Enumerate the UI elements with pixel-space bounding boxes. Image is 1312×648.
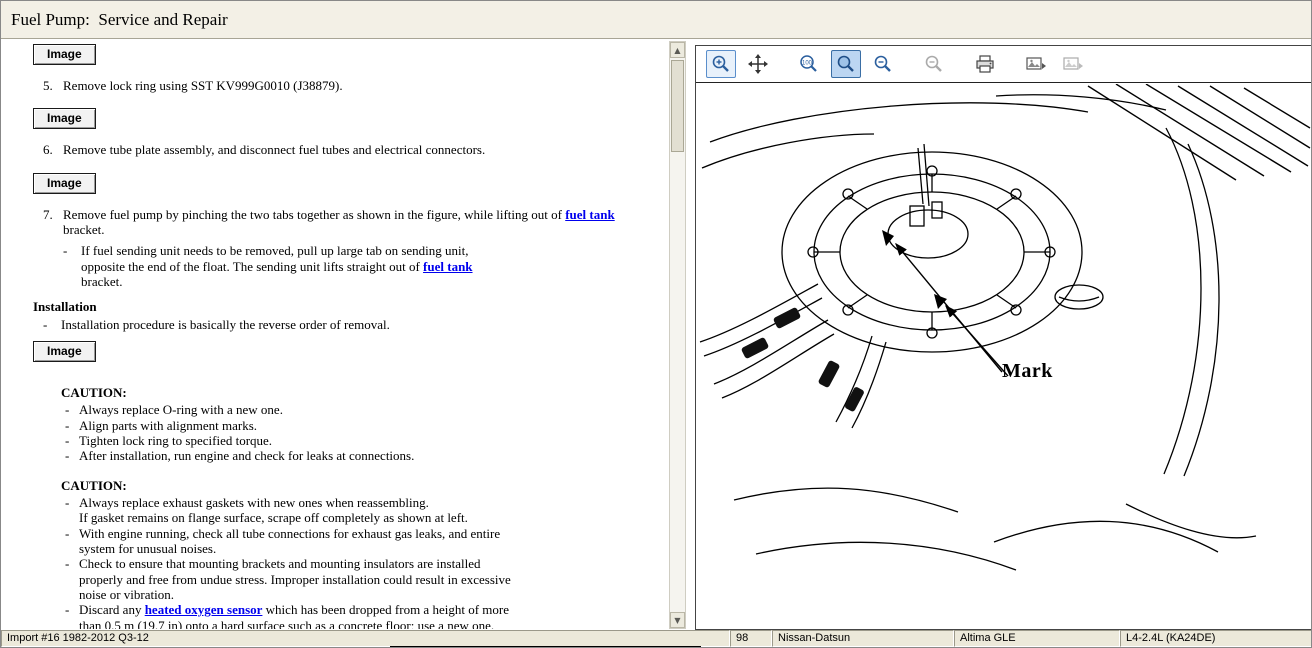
- step-number: 5.: [43, 78, 57, 93]
- pan-icon[interactable]: [743, 50, 773, 78]
- caution-block-1: CAUTION: - Always replace O-ring with a …: [61, 385, 663, 464]
- scroll-up-button[interactable]: ▲: [670, 42, 685, 58]
- zoom-in-icon[interactable]: [706, 50, 736, 78]
- caution-text: Check to ensure that mounting brackets a…: [79, 556, 513, 602]
- caution-text: Tighten lock ring to specified torque.: [79, 433, 272, 448]
- substep-text: If fuel sending unit needs to be removed…: [81, 243, 489, 289]
- caution-text-part: Discard any: [79, 602, 145, 617]
- svg-text:100: 100: [802, 61, 813, 67]
- status-vehicle-engine: L4-2.4L (KA24DE): [1120, 630, 1312, 647]
- installation-heading: Installation: [33, 299, 663, 314]
- caution-item: - With engine running, check all tube co…: [65, 526, 663, 557]
- image-viewer-panel: 100: [695, 45, 1312, 630]
- caution-item: - Align parts with alignment marks.: [65, 418, 663, 433]
- fuel-pump-diagram: Mark: [696, 84, 1311, 629]
- title-bar: Fuel Pump: Service and Repair: [1, 1, 1312, 39]
- image-button-3[interactable]: Image: [33, 173, 96, 194]
- step-7-sub: - If fuel sending unit needs to be remov…: [63, 243, 663, 289]
- bullet-dash: -: [65, 433, 79, 448]
- image-button-2[interactable]: Image: [33, 108, 96, 129]
- status-import-info: Import #16 1982-2012 Q3-12: [1, 630, 730, 647]
- caution-text: After installation, run engine and check…: [79, 448, 414, 463]
- caution-text: With engine running, check all tube conn…: [79, 526, 513, 557]
- bullet-dash: -: [65, 418, 79, 433]
- caution-text-continued: If gasket remains on flange surface, scr…: [79, 510, 513, 525]
- status-bar: Import #16 1982-2012 Q3-12 98 Nissan-Dat…: [1, 630, 1312, 647]
- installation-text: Installation procedure is basically the …: [61, 317, 390, 332]
- caution-text: Always replace O-ring with a new one.: [79, 402, 283, 417]
- caution-item: - After installation, run engine and che…: [65, 448, 663, 463]
- bullet-dash: -: [65, 526, 79, 557]
- bullet-dash: -: [65, 556, 79, 602]
- fuel-tank-link[interactable]: fuel tank: [565, 207, 614, 222]
- status-vehicle-model: Altima GLE: [954, 630, 1120, 647]
- bullet-dash: -: [65, 448, 79, 463]
- image-export-icon: [1058, 50, 1088, 78]
- image-button-1[interactable]: Image: [33, 44, 96, 65]
- caution-heading: CAUTION:: [61, 385, 663, 400]
- scroll-down-button[interactable]: ▼: [670, 612, 685, 628]
- step-text: Remove lock ring using SST KV999G0010 (J…: [63, 78, 343, 93]
- status-vehicle-make: Nissan-Datsun: [772, 630, 954, 647]
- viewer-toolbar: 100: [696, 46, 1311, 83]
- caution-item: - Discard any heated oxygen sensor which…: [65, 602, 663, 629]
- fuel-tank-link-2[interactable]: fuel tank: [423, 259, 472, 274]
- step-6: 6. Remove tube plate assembly, and disco…: [43, 142, 663, 157]
- caution-text: Discard any heated oxygen sensor which h…: [79, 602, 513, 629]
- caution-heading: CAUTION:: [61, 478, 663, 493]
- bullet-dash: -: [65, 495, 79, 510]
- caution-item: - Always replace O-ring with a new one.: [65, 402, 663, 417]
- caution-item: - Check to ensure that mounting brackets…: [65, 556, 663, 602]
- scroll-thumb[interactable]: [671, 60, 684, 152]
- image-button-4[interactable]: Image: [33, 341, 96, 362]
- document-panel: Image 5. Remove lock ring using SST KV99…: [3, 41, 667, 629]
- installation-item: - Installation procedure is basically th…: [43, 317, 663, 332]
- page-title: Fuel Pump: Service and Repair: [1, 1, 1312, 30]
- bullet-dash: -: [65, 402, 79, 417]
- bullet-dash: -: [43, 317, 61, 332]
- print-icon[interactable]: [970, 50, 1000, 78]
- step-5: 5. Remove lock ring using SST KV999G0010…: [43, 78, 663, 93]
- heated-oxygen-sensor-link[interactable]: heated oxygen sensor: [145, 602, 263, 617]
- step-text: Remove fuel pump by pinching the two tab…: [63, 207, 651, 238]
- step-7: 7. Remove fuel pump by pinching the two …: [43, 207, 663, 238]
- caution-block-2: CAUTION: - Always replace exhaust gasket…: [61, 478, 663, 629]
- app-window: Fuel Pump: Service and Repair Image 5. R…: [0, 0, 1312, 648]
- bullet-dash: -: [63, 243, 81, 289]
- mark-annotation: Mark: [1002, 360, 1053, 383]
- caution-text: Align parts with alignment marks.: [79, 418, 257, 433]
- bullet-dash: -: [65, 602, 79, 629]
- step-text-part: Remove fuel pump by pinching the two tab…: [63, 207, 565, 222]
- step-text: Remove tube plate assembly, and disconne…: [63, 142, 485, 157]
- zoom-out-icon[interactable]: [868, 50, 898, 78]
- caution-text: Always replace exhaust gaskets with new …: [79, 495, 429, 510]
- status-page-number: 98: [730, 630, 772, 647]
- image-copy-icon[interactable]: [1021, 50, 1051, 78]
- document-scrollbar[interactable]: ▲ ▼: [669, 41, 686, 629]
- substep-text-part: bracket.: [81, 274, 123, 289]
- step-number: 6.: [43, 142, 57, 157]
- zoom-fit-icon[interactable]: [831, 50, 861, 78]
- caution-item: - Tighten lock ring to specified torque.: [65, 433, 663, 448]
- caution-item: - Always replace exhaust gaskets with ne…: [65, 495, 663, 510]
- substep-text-part: If fuel sending unit needs to be removed…: [81, 243, 469, 273]
- zoom-100-icon[interactable]: 100: [794, 50, 824, 78]
- zoom-out-disabled-icon: [919, 50, 949, 78]
- step-text-part: bracket.: [63, 222, 105, 237]
- step-number: 7.: [43, 207, 57, 238]
